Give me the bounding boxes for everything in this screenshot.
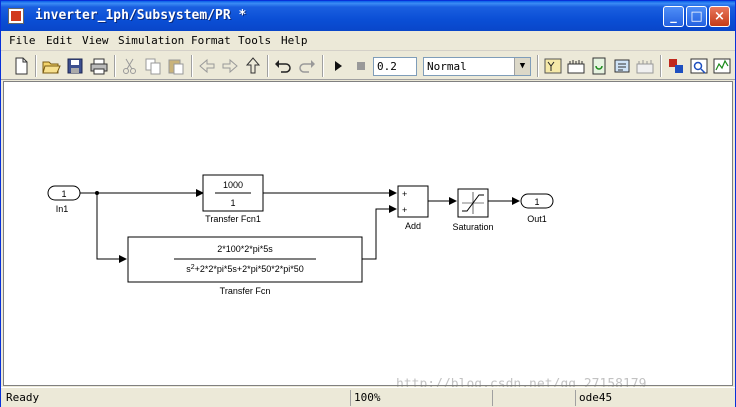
stop-icon[interactable] (351, 56, 371, 76)
add-label: Add (405, 221, 421, 231)
simulation-mode-value: Normal (427, 60, 467, 73)
add-sign-2: + (402, 205, 407, 215)
signal-builder-icon[interactable] (712, 56, 732, 76)
transfer-fcn1-numerator: 1000 (223, 180, 243, 190)
redo-icon[interactable] (297, 56, 317, 76)
library-icon[interactable] (543, 56, 563, 76)
paste-icon[interactable] (166, 56, 186, 76)
maximize-button[interactable]: □ (686, 6, 707, 27)
transfer-fcn1-label: Transfer Fcn1 (205, 214, 261, 224)
transfer-fcn-numerator: 2*100*2*pi*5s (217, 244, 273, 254)
minimize-button[interactable]: _ (663, 6, 684, 27)
refresh-icon[interactable] (612, 56, 632, 76)
save-icon[interactable] (65, 56, 85, 76)
status-ready: Ready (6, 391, 40, 404)
toolbar: 0.2 Normal ▼ (1, 52, 735, 80)
menu-bar: File Edit View Simulation Format Tools H… (1, 31, 735, 51)
undo-icon[interactable] (273, 56, 293, 76)
menu-simulation[interactable]: Simulation (118, 34, 184, 47)
chevron-down-icon[interactable]: ▼ (514, 58, 530, 75)
out1-port-number: 1 (534, 197, 539, 207)
inspect-icon[interactable] (689, 56, 709, 76)
simulink-app-icon[interactable] (8, 8, 24, 24)
up-icon[interactable] (243, 56, 263, 76)
out1-label: Out1 (527, 214, 547, 224)
copy-icon[interactable] (143, 56, 163, 76)
diagram-canvas[interactable]: 1 In1 1000 1 Transfer Fcn1 2*100*2*pi*5s… (3, 81, 733, 386)
simulink-window: inverter_1ph/Subsystem/PR * _ □ × File E… (0, 0, 736, 407)
debug-icon[interactable] (666, 56, 686, 76)
in1-port-number: 1 (61, 189, 66, 199)
transfer-fcn1-block[interactable]: 1000 1 Transfer Fcn1 (202, 174, 264, 224)
status-zoom: 100% (350, 390, 490, 406)
menu-edit[interactable]: Edit (46, 34, 73, 47)
out1-block[interactable]: 1 Out1 (520, 193, 554, 224)
update-icon[interactable] (589, 56, 609, 76)
transfer-fcn-denominator: s2+2*2*pi*5s+2*pi*50*2*pi*50 (186, 264, 304, 274)
menu-format[interactable]: Format (191, 34, 231, 47)
stop-time-field[interactable]: 0.2 (373, 57, 417, 76)
in1-label: In1 (56, 204, 69, 214)
forward-icon[interactable] (220, 56, 240, 76)
branch-point (95, 191, 99, 195)
saturation-block[interactable]: Saturation (452, 188, 494, 232)
print-icon[interactable] (89, 56, 109, 76)
model-explorer-icon[interactable] (635, 56, 655, 76)
open-icon[interactable] (41, 56, 61, 76)
transfer-fcn1-denominator: 1 (230, 198, 235, 208)
close-button[interactable]: × (709, 6, 730, 27)
add-block[interactable]: + + Add (397, 185, 429, 231)
transfer-fcn-label: Transfer Fcn (220, 286, 271, 296)
new-icon[interactable] (11, 56, 31, 76)
transfer-fcn-block[interactable]: 2*100*2*pi*5s s2+2*2*pi*5s+2*pi*50*2*pi*… (127, 236, 363, 296)
status-empty-cell (492, 390, 574, 406)
play-icon[interactable] (328, 56, 348, 76)
cut-icon[interactable] (120, 56, 140, 76)
status-bar: Ready 100% ode45 (1, 387, 735, 407)
status-solver: ode45 (575, 390, 733, 406)
simulation-mode-select[interactable]: Normal ▼ (423, 57, 531, 76)
add-sign-1: + (402, 189, 407, 199)
menu-file[interactable]: File (9, 34, 36, 47)
window-title: inverter_1ph/Subsystem/PR * (35, 8, 247, 23)
build-icon[interactable] (566, 56, 586, 76)
back-icon[interactable] (197, 56, 217, 76)
line-branch-to-tf (96, 193, 127, 263)
line-tf-to-add (362, 205, 397, 260)
menu-tools[interactable]: Tools (238, 34, 271, 47)
saturation-label: Saturation (452, 222, 493, 232)
title-bar[interactable]: inverter_1ph/Subsystem/PR * _ □ × (1, 1, 735, 31)
menu-help[interactable]: Help (281, 34, 308, 47)
menu-view[interactable]: View (82, 34, 109, 47)
in1-block[interactable]: 1 In1 (47, 185, 81, 214)
